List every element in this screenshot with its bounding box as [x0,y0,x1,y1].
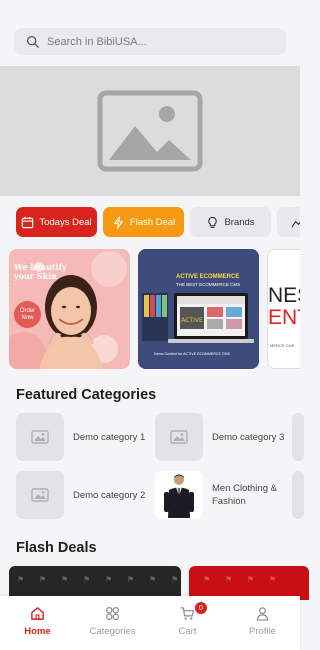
category-item[interactable]: Demo category 2 [16,471,153,519]
person-icon [256,607,269,621]
category-label: Men Clothing & Fashion [212,483,277,507]
featured-categories-title: Featured Categories [16,387,157,403]
promo-ecommerce-headline: ACTIVE ECOMMERCE [176,274,240,280]
nav-profile-label: Profile [249,626,276,637]
promo-beauty-title-line2: your Skin [14,271,57,281]
nav-profile[interactable]: Profile [225,596,300,650]
svg-text:ACTIVE: ACTIVE [181,317,203,324]
promo-card-beauty[interactable]: We beautify your Skin Order Now [9,249,130,369]
promo-carousel[interactable]: We beautify your Skin Order Now ACTIVE A… [0,249,300,369]
category-thumbnail [16,471,64,519]
category-thumbnail [16,413,64,461]
chart-icon [290,220,300,227]
todays-deal-label: Todays Deal [39,216,92,228]
todays-deal-button[interactable]: Todays Deal [16,207,97,237]
bottom-navigation: Home Categories 0 Cart Profile [0,596,300,650]
flash-deal-banner[interactable]: ⚑ ⚑ ⚑ ⚑ [189,566,309,600]
lightning-icon [114,215,123,229]
calendar-icon [22,216,34,228]
flash-deals-title: Flash Deals [16,540,97,556]
promo-card-business[interactable]: NESS ENT MERCE CMS [267,249,300,369]
image-placeholder-icon [170,430,188,444]
search-header: Search in BibiUSA... [0,0,300,66]
grid-icon [105,606,120,621]
search-icon [26,35,39,48]
category-item[interactable]: Demo category 1 [16,413,145,461]
brands-label: Brands [224,216,255,228]
top-sellers-button[interactable] [277,207,300,237]
brands-button[interactable]: Brands [190,207,271,237]
image-placeholder-icon [31,430,49,444]
promo-ecommerce-caption: Demo Content for ACTIVE ECOMMERCE CMS [154,352,230,356]
promo-business-line3: MERCE CMS [270,343,295,348]
nav-home[interactable]: Home [0,596,75,650]
search-placeholder: Search in BibiUSA... [47,35,147,48]
home-icon [31,607,44,620]
nav-categories-label: Categories [89,626,136,637]
hero-banner-placeholder[interactable] [0,66,300,196]
category-item[interactable]: Men Clothing & Fashion [155,471,288,519]
promo-card-ecommerce[interactable]: ACTIVE ACTIVE ECOMMERCE THE BEST ECOMMER… [138,249,259,369]
category-label: Demo category 3 [212,431,285,443]
promo-business-line1: NESS [268,284,300,307]
category-thumbnail-men-clothing [155,471,203,519]
quick-links: Todays Deal Flash Deal Brands [0,207,300,239]
flash-deal-banner[interactable]: ⚑ ⚑ ⚑ ⚑ ⚑ ⚑ ⚑ ⚑ [9,566,181,600]
image-placeholder-icon [97,90,203,172]
cart-icon [180,607,195,620]
promo-beauty-title: We beautify your Skin [14,263,67,281]
nav-cart-label: Cart [178,626,197,637]
category-label: Demo category 2 [73,489,146,501]
category-item-partial[interactable] [292,471,304,519]
nav-home-label: Home [24,626,51,637]
ecommerce-laptop-image: ACTIVE [138,249,259,369]
flash-deal-button[interactable]: Flash Deal [103,207,184,237]
order-now-badge[interactable]: Order Now [14,301,41,328]
lightbulb-icon [208,216,218,228]
nav-cart[interactable]: 0 Cart [150,596,225,650]
category-item-partial[interactable] [292,413,304,461]
category-thumbnail [155,413,203,461]
image-placeholder-icon [31,488,49,502]
nav-categories[interactable]: Categories [75,596,150,650]
category-item[interactable]: Demo category 3 [155,413,286,461]
promo-ecommerce-subline: THE BEST ECOMMERCE CMS [176,282,241,287]
man-in-suit-image [164,474,194,518]
search-input[interactable]: Search in BibiUSA... [14,28,286,55]
flash-deal-label: Flash Deal [129,216,176,228]
cart-count-badge: 0 [195,602,207,614]
promo-business-line2: ENT [268,306,300,329]
category-label: Demo category 1 [73,431,146,443]
